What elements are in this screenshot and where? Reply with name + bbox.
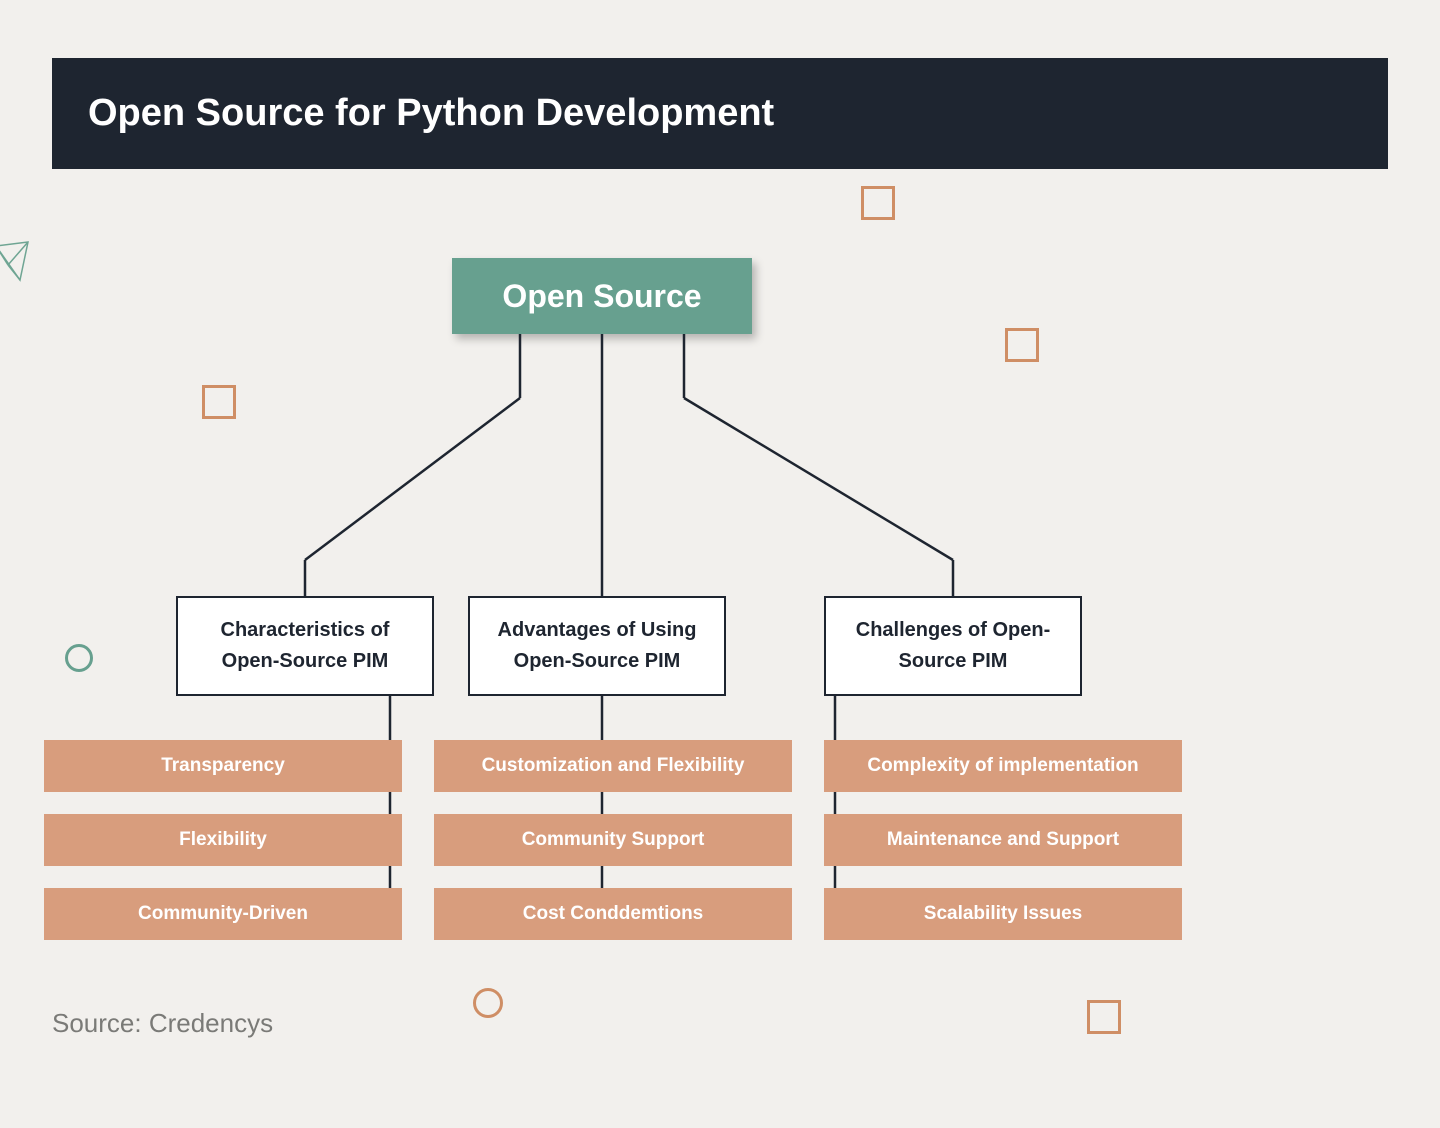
title-bar: Open Source for Python Development: [52, 58, 1388, 169]
leaf-label: Scalability Issues: [924, 903, 1082, 925]
decorative-square-icon: [1087, 1000, 1121, 1034]
branch-title: Advantages of Using Open-Source PIM: [488, 615, 706, 677]
decorative-square-icon: [861, 186, 895, 220]
branch-title: Challenges of Open-Source PIM: [844, 615, 1062, 677]
leaf-label: Community-Driven: [138, 903, 308, 925]
branch-title: Characteristics of Open-Source PIM: [196, 615, 414, 677]
leaf-item: Scalability Issues: [824, 888, 1182, 940]
source-attribution: Source: Credencys: [52, 1008, 273, 1039]
leaf-item: Maintenance and Support: [824, 814, 1182, 866]
decorative-polyhedron-icon: [0, 240, 42, 300]
leaf-label: Cost Conddemtions: [523, 903, 704, 925]
leaf-item: Cost Conddemtions: [434, 888, 792, 940]
branch-advantages: Advantages of Using Open-Source PIM: [468, 596, 726, 696]
leaf-item: Customization and Flexibility: [434, 740, 792, 792]
leaf-label: Flexibility: [179, 829, 267, 851]
root-node: Open Source: [452, 258, 752, 334]
root-label: Open Source: [502, 278, 701, 315]
leaf-item: Flexibility: [44, 814, 402, 866]
branch-challenges: Challenges of Open-Source PIM: [824, 596, 1082, 696]
decorative-square-icon: [202, 385, 236, 419]
branch-characteristics: Characteristics of Open-Source PIM: [176, 596, 434, 696]
leaf-label: Complexity of implementation: [867, 755, 1138, 777]
leaf-item: Community Support: [434, 814, 792, 866]
leaf-label: Maintenance and Support: [887, 829, 1119, 851]
decorative-circle-icon: [473, 988, 503, 1018]
leaf-label: Transparency: [161, 755, 285, 777]
leaf-item: Complexity of implementation: [824, 740, 1182, 792]
connector-lines: [0, 0, 1440, 1128]
decorative-square-icon: [1005, 328, 1039, 362]
decorative-circle-icon: [65, 644, 93, 672]
leaf-label: Community Support: [522, 829, 705, 851]
leaf-item: Transparency: [44, 740, 402, 792]
page-title: Open Source for Python Development: [88, 92, 1352, 135]
leaf-label: Customization and Flexibility: [482, 755, 745, 777]
leaf-item: Community-Driven: [44, 888, 402, 940]
